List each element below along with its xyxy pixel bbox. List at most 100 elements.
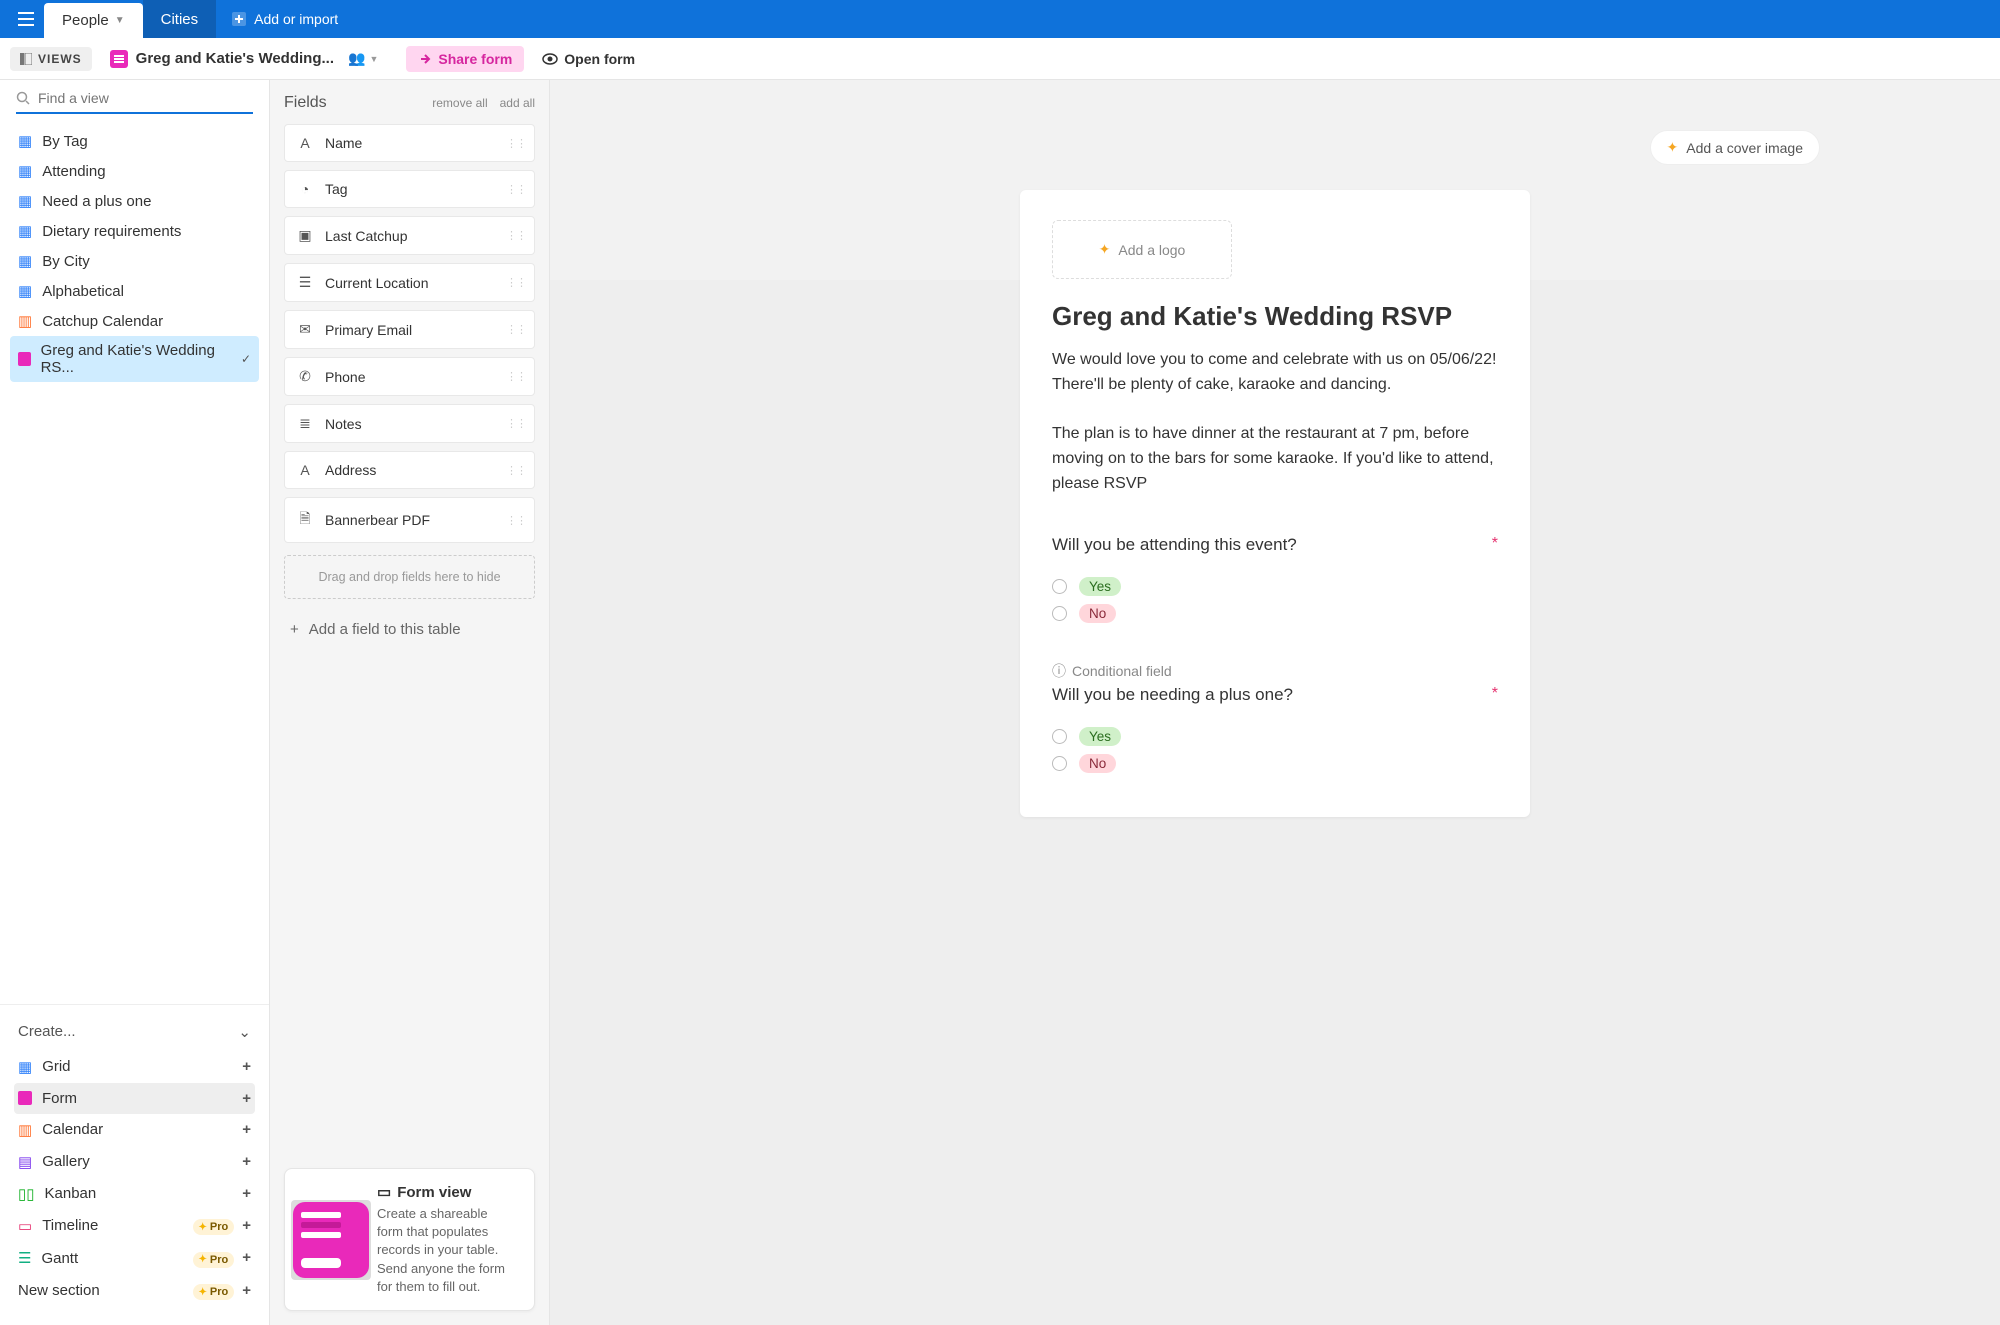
- plus-icon: +: [242, 1058, 251, 1075]
- drag-handle-icon[interactable]: ⋮⋮: [506, 514, 526, 527]
- grid-icon: ▦: [18, 1058, 32, 1076]
- field-label: Primary Email: [325, 322, 412, 338]
- plus-icon: +: [242, 1249, 251, 1266]
- form-icon: [18, 1091, 32, 1105]
- view-search-input[interactable]: [38, 90, 253, 106]
- form-view-info-card: ▭Form view Create a shareable form that …: [284, 1168, 535, 1311]
- form-icon: [110, 50, 128, 68]
- drag-handle-icon[interactable]: ⋮⋮: [506, 370, 526, 383]
- grid-icon: ▦: [18, 132, 32, 150]
- share-form-label: Share form: [438, 51, 512, 67]
- form-description[interactable]: We would love you to come and celebrate …: [1052, 348, 1498, 497]
- pro-badge: Pro: [193, 1284, 235, 1300]
- field-current-location[interactable]: ☰Current Location⋮⋮: [284, 263, 535, 302]
- view-item-need-plus-one[interactable]: ▦ Need a plus one: [10, 186, 259, 216]
- field-label: Notes: [325, 416, 362, 432]
- field-notes[interactable]: ≣Notes⋮⋮: [284, 404, 535, 443]
- hamburger-menu[interactable]: [8, 0, 44, 38]
- add-logo-button[interactable]: ✦ Add a logo: [1052, 220, 1232, 279]
- add-or-import-button[interactable]: Add or import: [216, 0, 354, 38]
- view-search: [0, 80, 269, 120]
- plus-icon: +: [242, 1153, 251, 1170]
- drag-handle-icon[interactable]: ⋮⋮: [506, 323, 526, 336]
- drag-handle-icon[interactable]: ⋮⋮: [506, 276, 526, 289]
- fields-drop-zone[interactable]: Drag and drop fields here to hide: [284, 555, 535, 599]
- chevron-down-icon: ▼: [369, 54, 378, 64]
- view-item-wedding-rsvp[interactable]: Greg and Katie's Wedding RS... ✓: [10, 336, 259, 382]
- text-icon: A: [297, 462, 313, 478]
- option-yes[interactable]: Yes: [1052, 577, 1498, 596]
- view-title[interactable]: Greg and Katie's Wedding...: [110, 50, 334, 68]
- view-item-label: Attending: [42, 163, 105, 180]
- create-calendar[interactable]: ▥Calendar +: [14, 1114, 255, 1146]
- drag-handle-icon[interactable]: ⋮⋮: [506, 137, 526, 150]
- add-field-label: Add a field to this table: [309, 621, 461, 638]
- view-title-label: Greg and Katie's Wedding...: [136, 50, 334, 67]
- drag-handle-icon[interactable]: ⋮⋮: [506, 464, 526, 477]
- question-plus-one: ⓘ Conditional field Will you be needing …: [1052, 661, 1498, 773]
- plus-icon: [232, 12, 246, 26]
- create-timeline[interactable]: ▭Timeline Pro+: [14, 1210, 255, 1243]
- views-toggle-button[interactable]: VIEWS: [10, 47, 92, 71]
- form-icon: [18, 352, 31, 366]
- field-bannerbear-pdf[interactable]: 🗎Bannerbear PDF⋮⋮: [284, 497, 535, 543]
- drag-handle-icon[interactable]: ⋮⋮: [506, 417, 526, 430]
- field-address[interactable]: AAddress⋮⋮: [284, 451, 535, 489]
- field-last-catchup[interactable]: ▣Last Catchup⋮⋮: [284, 216, 535, 255]
- view-item-by-city[interactable]: ▦ By City: [10, 246, 259, 276]
- form-preview: ✦ Add a cover image ✦ Add a logo Greg an…: [550, 80, 2000, 1325]
- create-form[interactable]: Form +: [14, 1083, 255, 1114]
- field-name[interactable]: AName⋮⋮: [284, 124, 535, 162]
- add-all-link[interactable]: add all: [500, 96, 535, 110]
- calendar-icon: ▥: [18, 312, 32, 330]
- create-new-section[interactable]: New section Pro+: [14, 1275, 255, 1308]
- view-item-label: Alphabetical: [42, 283, 124, 300]
- share-form-button[interactable]: Share form: [406, 46, 524, 72]
- add-cover-image-button[interactable]: ✦ Add a cover image: [1650, 130, 1820, 165]
- option-label: No: [1079, 754, 1116, 773]
- create-gantt[interactable]: ☰Gantt Pro+: [14, 1242, 255, 1275]
- conditional-field-label: ⓘ Conditional field: [1052, 661, 1498, 681]
- phone-icon: ✆: [297, 368, 313, 385]
- field-label: Name: [325, 135, 362, 151]
- view-item-alphabetical[interactable]: ▦ Alphabetical: [10, 276, 259, 306]
- view-item-dietary[interactable]: ▦ Dietary requirements: [10, 216, 259, 246]
- add-field-button[interactable]: + Add a field to this table: [284, 611, 535, 648]
- sidebar-icon: [20, 53, 32, 65]
- view-item-label: Dietary requirements: [42, 223, 181, 240]
- option-yes[interactable]: Yes: [1052, 727, 1498, 746]
- plus-icon: +: [242, 1217, 251, 1234]
- grid-icon: ▦: [18, 192, 32, 210]
- add-logo-label: Add a logo: [1118, 242, 1185, 258]
- form-heading[interactable]: Greg and Katie's Wedding RSVP: [1052, 301, 1498, 332]
- view-item-attending[interactable]: ▦ Attending: [10, 156, 259, 186]
- create-grid[interactable]: ▦Grid +: [14, 1051, 255, 1083]
- collaborators-button[interactable]: 👥 ▼: [342, 50, 384, 67]
- main: ▦ By Tag ▦ Attending ▦ Need a plus one ▦…: [0, 80, 2000, 1325]
- create-gallery[interactable]: ▤Gallery +: [14, 1146, 255, 1178]
- field-label: Tag: [325, 181, 348, 197]
- question-attending: Will you be attending this event? * Yes …: [1052, 535, 1498, 623]
- add-import-label: Add or import: [254, 11, 338, 27]
- remove-all-link[interactable]: remove all: [432, 96, 487, 110]
- field-phone[interactable]: ✆Phone⋮⋮: [284, 357, 535, 396]
- field-label: Current Location: [325, 275, 429, 291]
- date-icon: ▣: [297, 227, 313, 244]
- create-kanban[interactable]: ▯▯Kanban +: [14, 1178, 255, 1210]
- drag-handle-icon[interactable]: ⋮⋮: [506, 183, 526, 196]
- option-no[interactable]: No: [1052, 754, 1498, 773]
- tab-people[interactable]: People ▼: [44, 3, 143, 38]
- option-no[interactable]: No: [1052, 604, 1498, 623]
- drag-handle-icon[interactable]: ⋮⋮: [506, 229, 526, 242]
- view-item-by-tag[interactable]: ▦ By Tag: [10, 126, 259, 156]
- views-label: VIEWS: [38, 52, 82, 66]
- create-toggle[interactable]: Create... ⌄: [14, 1017, 255, 1051]
- fields-panel: Fields remove all add all AName⋮⋮ ◔Tag⋮⋮…: [270, 80, 550, 1325]
- view-item-catchup-calendar[interactable]: ▥ Catchup Calendar: [10, 306, 259, 336]
- question-label: Will you be attending this event?: [1052, 535, 1297, 555]
- tab-cities[interactable]: Cities: [143, 0, 217, 38]
- people-icon: 👥: [348, 50, 365, 67]
- field-primary-email[interactable]: ✉Primary Email⋮⋮: [284, 310, 535, 349]
- open-form-button[interactable]: Open form: [532, 46, 645, 72]
- field-tag[interactable]: ◔Tag⋮⋮: [284, 170, 535, 208]
